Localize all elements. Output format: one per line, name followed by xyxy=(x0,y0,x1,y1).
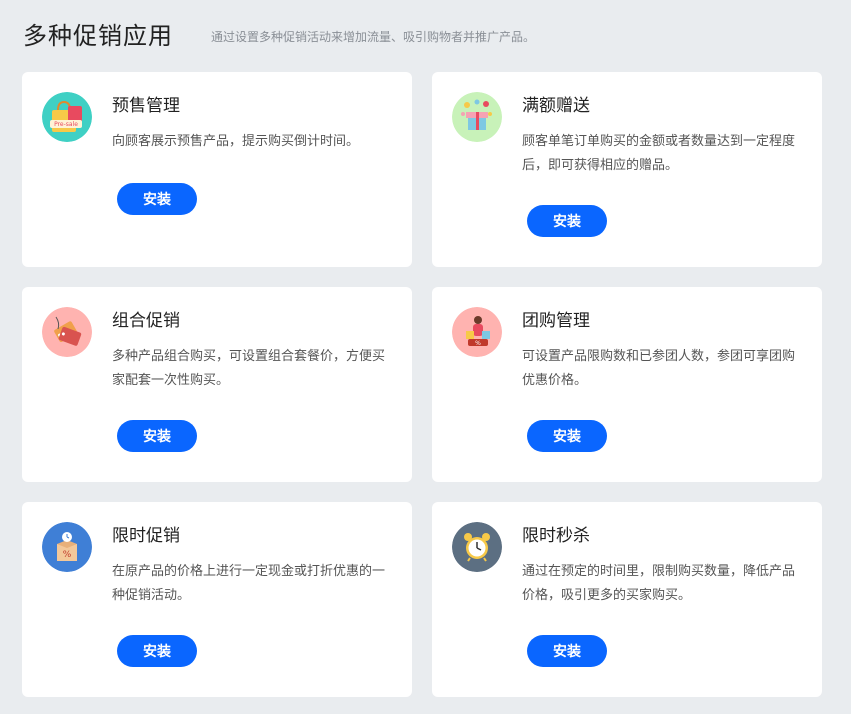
install-button-presale[interactable]: 安装 xyxy=(117,183,197,215)
group-buy-icon: % xyxy=(452,307,502,357)
app-card-timed-promo: % 限时促销 在原产品的价格上进行一定现金或打折优惠的一种促销活动。 安装 xyxy=(22,502,412,697)
app-description: 可设置产品限购数和已参团人数，参团可享团购优惠价格。 xyxy=(522,349,796,388)
app-card-full-gift: 满额赠送 顾客单笔订单购买的金额或者数量达到一定程度后，即可获得相应的赠品。 安… xyxy=(432,72,822,267)
app-title: 组合促销 xyxy=(112,311,180,331)
app-card-group-buy: % 团购管理 可设置产品限购数和已参团人数，参团可享团购优惠价格。 安装 xyxy=(432,287,822,482)
app-title: 限时促销 xyxy=(112,526,180,546)
timed-discount-box-icon: % xyxy=(42,522,92,572)
page-header: 多种促销应用 通过设置多种促销活动来增加流量、吸引购物者并推广产品。 xyxy=(23,16,535,51)
svg-text:%: % xyxy=(63,550,72,560)
app-card-flash-sale: 限时秒杀 通过在预定的时间里，限制购买数量，降低产品价格，吸引更多的买家购买。 … xyxy=(432,502,822,697)
app-description: 向顾客展示预售产品，提示购买倒计时间。 xyxy=(112,134,360,149)
gift-box-icon xyxy=(452,92,502,142)
install-button-flash-sale[interactable]: 安装 xyxy=(527,635,607,667)
app-title: 满额赠送 xyxy=(522,96,590,116)
install-button-full-gift[interactable]: 安装 xyxy=(527,205,607,237)
presale-bag-icon: Pre-sale xyxy=(42,92,92,142)
app-description: 在原产品的价格上进行一定现金或打折优惠的一种促销活动。 xyxy=(112,564,386,603)
app-card-presale: Pre-sale 预售管理 向顾客展示预售产品，提示购买倒计时间。 安装 xyxy=(22,72,412,267)
svg-text:%: % xyxy=(475,340,481,347)
app-title: 团购管理 xyxy=(522,311,590,331)
app-description: 通过在预定的时间里，限制购买数量，降低产品价格，吸引更多的买家购买。 xyxy=(522,564,796,603)
app-description: 多种产品组合购买，可设置组合套餐价，方便买家配套一次性购买。 xyxy=(112,349,386,388)
app-title: 预售管理 xyxy=(112,96,180,116)
page-title: 多种促销应用 xyxy=(23,22,173,50)
install-button-bundle[interactable]: 安装 xyxy=(117,420,197,452)
app-description: 顾客单笔订单购买的金额或者数量达到一定程度后，即可获得相应的赠品。 xyxy=(522,134,796,173)
svg-text:Pre-sale: Pre-sale xyxy=(54,121,78,128)
page-subtitle: 通过设置多种促销活动来增加流量、吸引购物者并推广产品。 xyxy=(211,30,536,44)
install-button-timed-promo[interactable]: 安装 xyxy=(117,635,197,667)
install-button-group-buy[interactable]: 安装 xyxy=(527,420,607,452)
app-card-bundle: 组合促销 多种产品组合购买，可设置组合套餐价，方便买家配套一次性购买。 安装 xyxy=(22,287,412,482)
price-tags-icon xyxy=(42,307,92,357)
alarm-clock-icon xyxy=(452,522,502,572)
app-title: 限时秒杀 xyxy=(522,526,590,546)
